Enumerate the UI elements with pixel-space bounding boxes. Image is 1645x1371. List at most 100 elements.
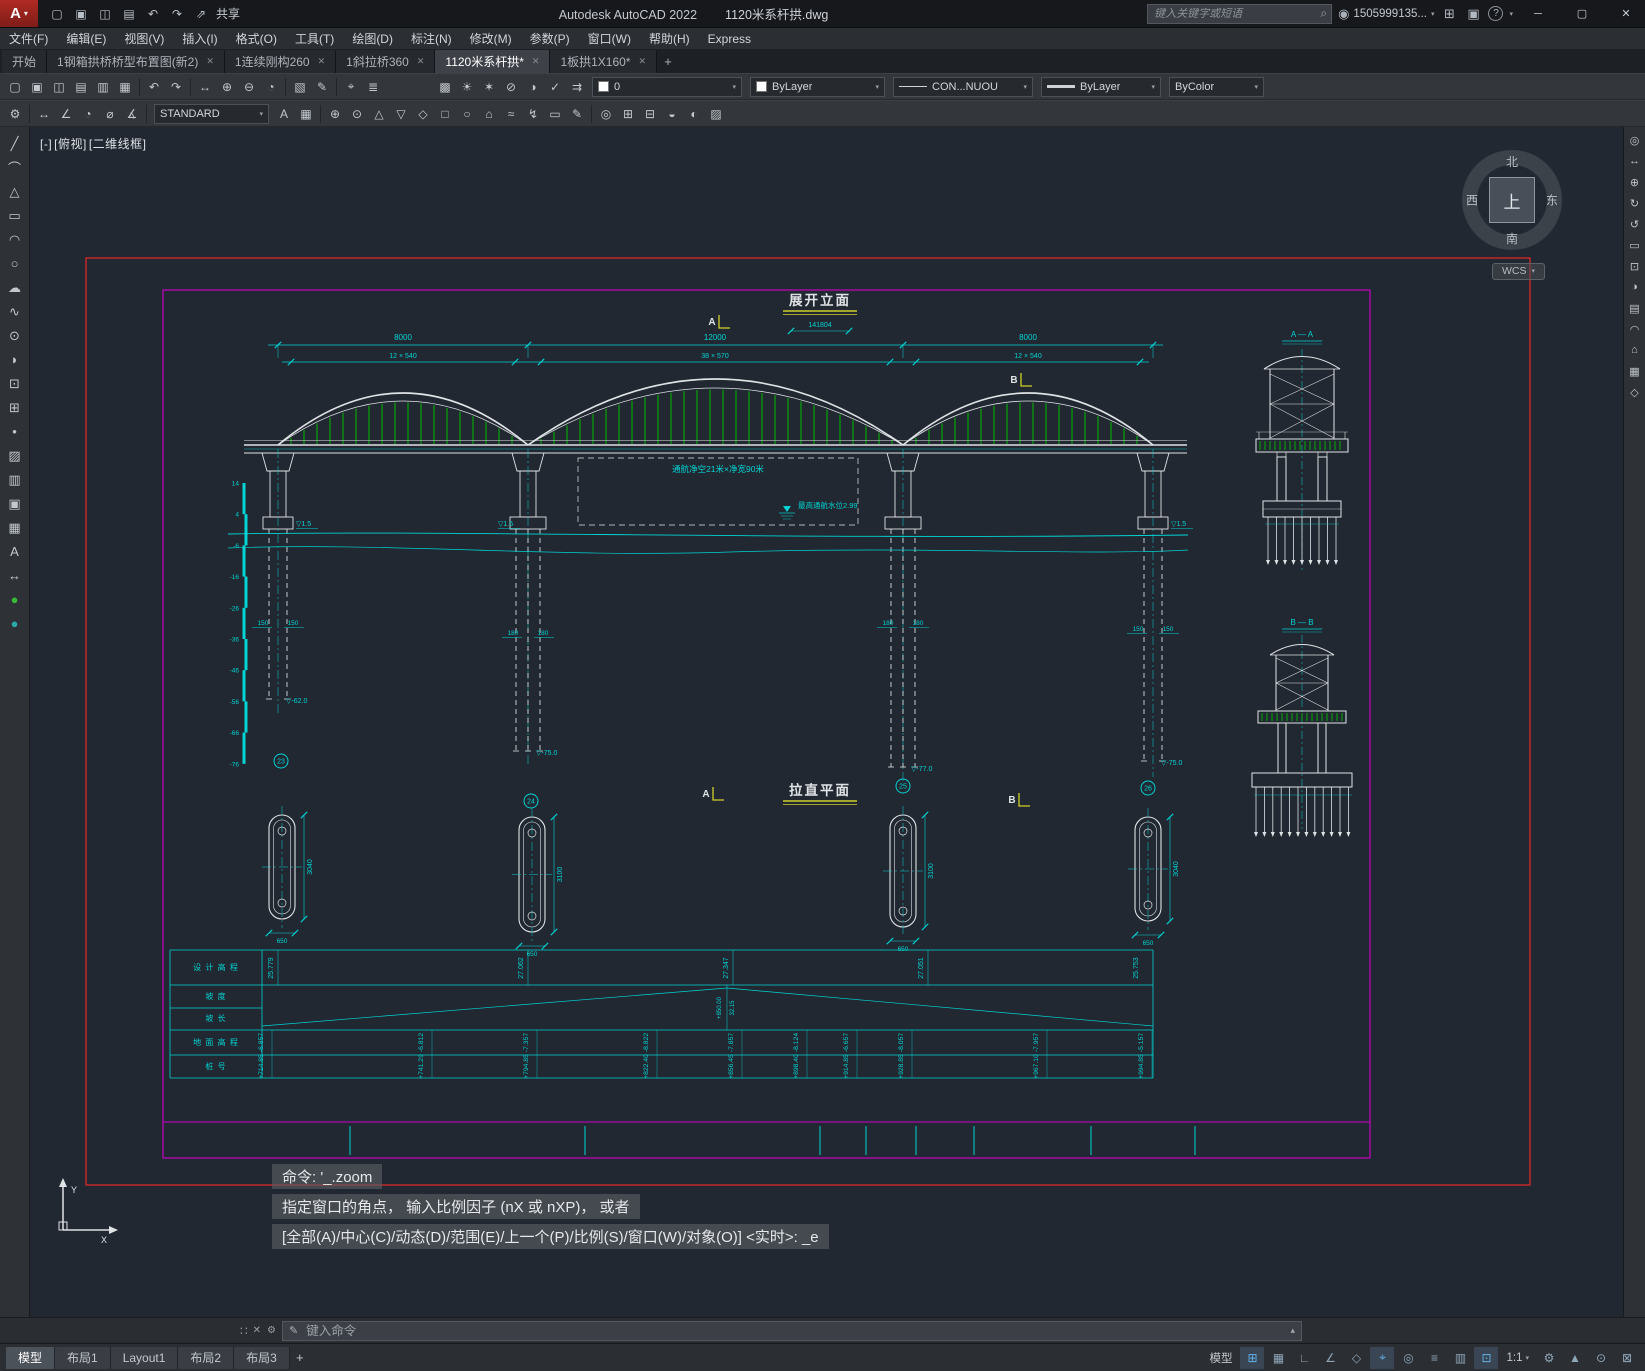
layout-tab[interactable]: 模型 <box>6 1346 56 1369</box>
hatch-tool[interactable]: ▨ <box>3 444 27 467</box>
zoom-extents-icon[interactable]: ⊕ <box>1626 173 1644 191</box>
polyline-tool[interactable]: ⌒ <box>3 156 27 179</box>
new-file-icon[interactable]: ▢ <box>4 76 26 98</box>
isolate-icon[interactable]: ⊙ <box>1589 1347 1613 1369</box>
navcube-west[interactable]: 西 <box>1466 192 1478 209</box>
model-space-canvas[interactable]: 8000 12000 8000 12 × 540 38 × 570 12 × 540 展开立… <box>30 127 1623 1317</box>
text-style-icon[interactable]: A <box>273 103 295 125</box>
gradient-tool[interactable]: ▥ <box>3 468 27 491</box>
polar-tracking-icon[interactable]: ∠ <box>1318 1347 1342 1369</box>
menu-item[interactable]: Express <box>699 28 760 50</box>
table-tool[interactable]: ▦ <box>3 516 27 539</box>
visual-style-control[interactable]: [二维线框] <box>89 137 147 151</box>
linetype-dropdown[interactable]: CON...NUOU ▾ <box>893 76 1033 97</box>
isolate-objects-icon[interactable]: ⊡ <box>1626 257 1644 275</box>
center-mark-icon[interactable]: ⊙ <box>346 103 368 125</box>
cart-icon[interactable]: ⊞ <box>1440 6 1458 22</box>
properties-icon[interactable]: ▧ <box>289 76 311 98</box>
layout-tab[interactable]: 布局2 <box>178 1346 235 1369</box>
viewport-icon[interactable]: ▭ <box>544 103 566 125</box>
mtext-tool[interactable]: A <box>3 540 27 563</box>
otrack-icon[interactable]: ◎ <box>1396 1347 1420 1369</box>
isodraft-icon[interactable]: ◇ <box>1344 1347 1368 1369</box>
selection-cycling-icon[interactable]: ⊡ <box>1474 1346 1499 1369</box>
region-tool[interactable]: ▣ <box>3 492 27 515</box>
search-box[interactable]: ⌕ <box>1147 3 1333 24</box>
plot-preview-icon[interactable]: ▥ <box>92 76 114 98</box>
create-block-tool[interactable]: ⊞ <box>3 396 27 419</box>
donut-icon[interactable]: ○ <box>456 103 478 125</box>
dock-grip[interactable]: ∷ <box>240 1324 248 1338</box>
steering-wheel-icon[interactable]: ◎ <box>1626 131 1644 149</box>
ungroup-icon[interactable]: ⊟ <box>639 103 661 125</box>
apps-icon[interactable]: ▣ <box>1464 6 1482 22</box>
maximize-button[interactable]: ▢ <box>1563 0 1601 27</box>
zoom-previous-icon[interactable]: ◔ <box>260 76 282 98</box>
arc-tool[interactable]: ◠ <box>3 228 27 251</box>
account-menu[interactable]: ◉ 1505999135... ▾ <box>1338 6 1434 22</box>
color-teal-dot[interactable]: ● <box>3 612 27 635</box>
menu-item[interactable]: 帮助(H) <box>640 28 699 50</box>
menu-item[interactable]: 工具(T) <box>286 28 343 50</box>
ellipse-tool[interactable]: ⊙ <box>3 324 27 347</box>
layout-tab[interactable]: 布局1 <box>55 1346 111 1369</box>
lineweight-dropdown[interactable]: ByLayer ▾ <box>1041 76 1161 97</box>
wcs-menu[interactable]: WCS ▾ <box>1491 263 1545 280</box>
grid-display-icon[interactable]: ▦ <box>1626 362 1644 380</box>
layer-properties-icon[interactable]: ▩ <box>434 76 456 98</box>
workspace-settings-icon[interactable]: ⚙ <box>4 103 26 125</box>
viewport-controls[interactable]: [-] [俯视] [二维线框] <box>40 135 149 152</box>
dim-arc-icon[interactable]: ∡ <box>121 103 143 125</box>
orbit-free-icon[interactable]: ↺ <box>1626 215 1644 233</box>
view-cube[interactable]: 北 南 西 东 上 <box>1453 141 1571 259</box>
dimension-tool[interactable]: ↔ <box>3 564 27 587</box>
save-icon[interactable]: ◫ <box>48 76 70 98</box>
menu-item[interactable]: 文件(F) <box>0 28 57 50</box>
search-input[interactable] <box>1152 6 1321 21</box>
redo-icon[interactable]: ↷ <box>165 76 187 98</box>
transparency-icon[interactable]: ▥ <box>1448 1347 1472 1369</box>
osnap-icon[interactable]: ⌖ <box>1370 1346 1395 1369</box>
annotation-visibility-icon[interactable]: ▲ <box>1563 1347 1587 1369</box>
file-tab[interactable]: 1板拱1X160* ✕ <box>550 50 658 73</box>
close-button[interactable]: ✕ <box>1607 0 1645 27</box>
command-input[interactable] <box>304 1322 1285 1339</box>
layout-tab[interactable]: 布局3 <box>234 1346 290 1369</box>
line-tool[interactable]: ╱ <box>3 132 27 155</box>
viewport-minimize-control[interactable]: [-] <box>40 137 52 151</box>
show-motion-icon[interactable]: ▭ <box>1626 236 1644 254</box>
navcube-south[interactable]: 南 <box>1506 230 1518 247</box>
undo-icon[interactable]: ↶ <box>143 76 165 98</box>
color-green-dot[interactable]: ● <box>3 588 27 611</box>
text-style-dropdown[interactable]: STANDARD ▾ <box>154 103 269 124</box>
qat-redo-icon[interactable]: ↷ <box>166 3 188 25</box>
layer-isolate-icon[interactable]: ◑ <box>522 76 544 98</box>
layer-freeze-icon[interactable]: ✶ <box>478 76 500 98</box>
workspace-icon[interactable]: ⚙ <box>1537 1347 1561 1369</box>
dim-diameter-icon[interactable]: ⌀ <box>99 103 121 125</box>
menu-item[interactable]: 窗口(W) <box>579 28 640 50</box>
grid-icon[interactable]: ⊞ <box>1240 1346 1265 1369</box>
sheet-set-icon[interactable]: ▤ <box>1626 299 1644 317</box>
arc-measure-icon[interactable]: ◠ <box>1626 320 1644 338</box>
new-tab-button[interactable]: + <box>657 50 679 73</box>
customize-icon[interactable]: ⚙ <box>267 1325 276 1336</box>
file-tab[interactable]: 1钢箱拱桥桥型布置图(新2) ✕ <box>47 50 225 73</box>
minimize-button[interactable]: ─ <box>1519 0 1557 27</box>
pan-icon[interactable]: ↔ <box>194 76 216 98</box>
qat-share-icon[interactable]: ⇗ <box>190 3 212 25</box>
wireframe-icon[interactable]: ◇ <box>1626 383 1644 401</box>
file-tab[interactable]: 1120米系杆拱* ✕ <box>435 50 551 73</box>
history-up-icon[interactable]: ▴ <box>1290 1325 1295 1336</box>
list-icon[interactable]: ≣ <box>362 76 384 98</box>
quick-dim-icon[interactable]: ↯ <box>522 103 544 125</box>
publish-icon[interactable]: ▦ <box>114 76 136 98</box>
close-command-icon[interactable]: ✕ <box>253 1325 261 1336</box>
file-tab[interactable]: 1斜拉桥360 ✕ <box>336 50 436 73</box>
close-tab-icon[interactable]: ✕ <box>417 56 425 67</box>
search-icon[interactable]: ⌕ <box>1320 6 1327 21</box>
close-tab-icon[interactable]: ✕ <box>206 56 214 67</box>
menu-item[interactable]: 标注(N) <box>402 28 461 50</box>
dim-radius-icon[interactable]: ◔ <box>77 103 99 125</box>
model-space-toggle[interactable]: 模型 <box>1203 1350 1238 1366</box>
